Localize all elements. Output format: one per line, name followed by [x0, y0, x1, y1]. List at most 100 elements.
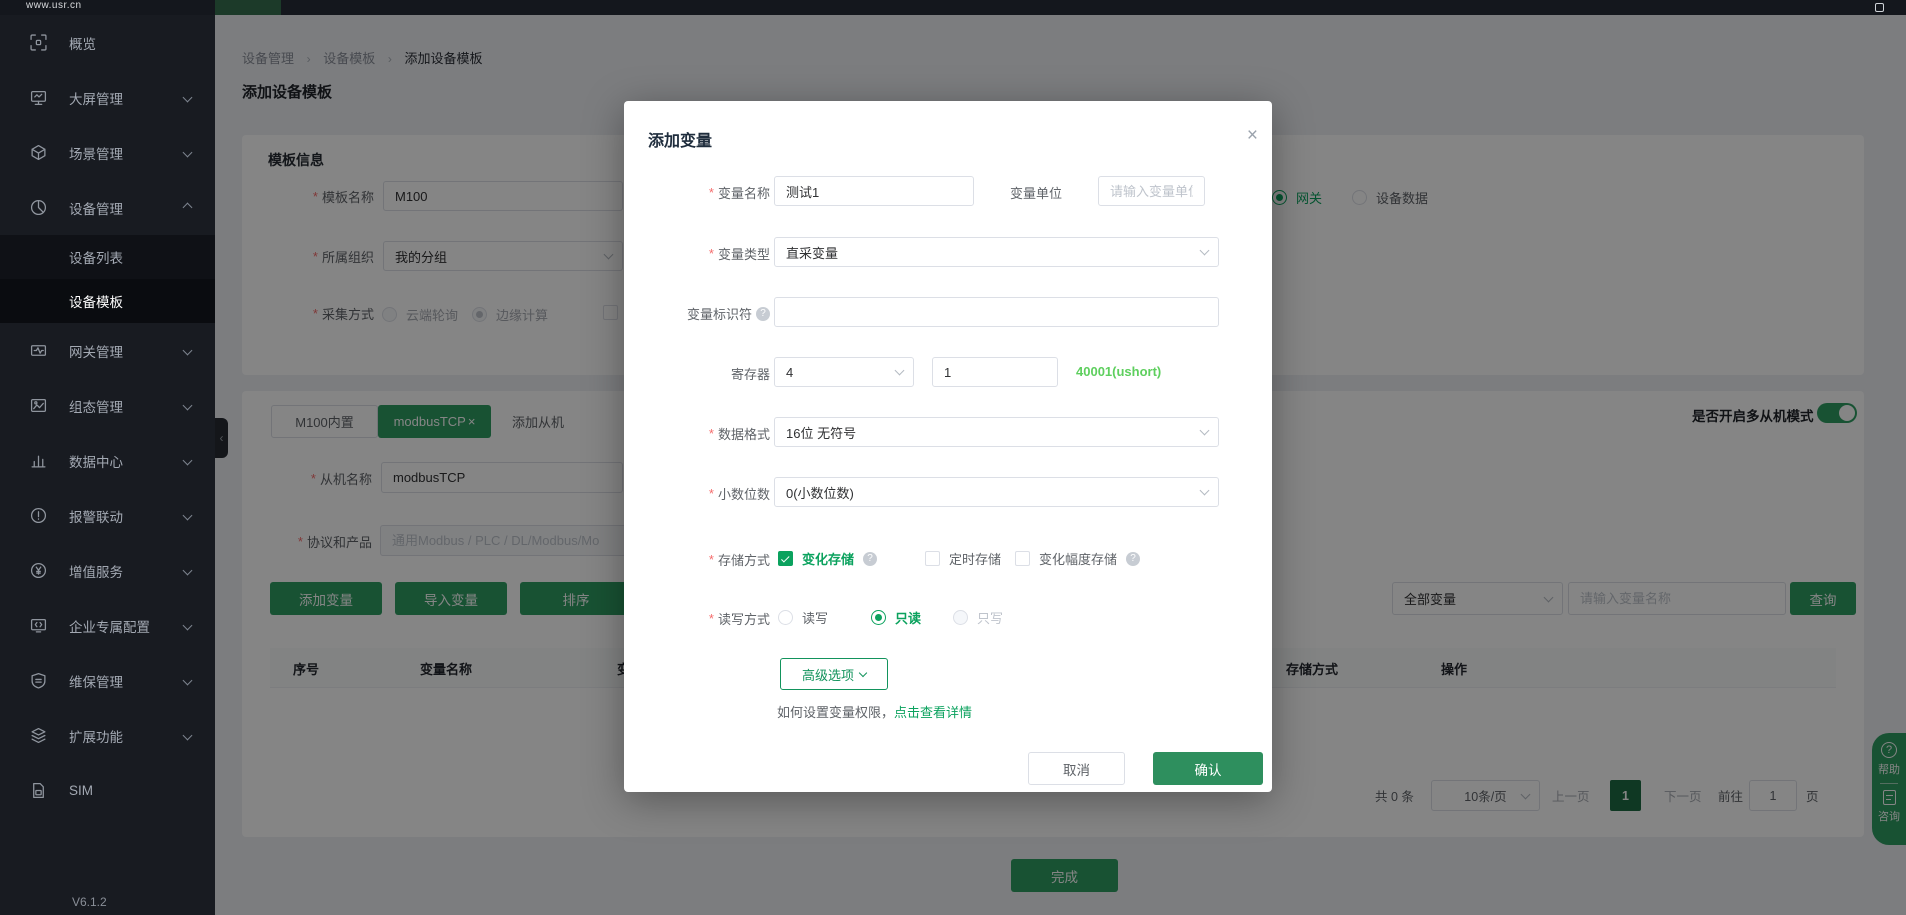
sim-card-icon	[30, 782, 47, 799]
sidebar-item-value-services[interactable]: 增值服务	[0, 543, 215, 598]
sidebar-item-label: 设备列表	[69, 251, 123, 266]
sidebar-item-screen-mgmt[interactable]: 大屏管理	[0, 70, 215, 125]
storage-option-timed[interactable]: 定时存储	[925, 549, 1001, 568]
storage-option-change-range[interactable]: 变化幅度存储 ?	[1015, 549, 1141, 568]
variable-type-label: * 变量类型	[708, 246, 770, 262]
sidebar-item-label: 组态管理	[69, 399, 123, 415]
register-type-select[interactable]: 4	[774, 357, 914, 387]
sidebar-item-enterprise-config[interactable]: 企业专属配置	[0, 598, 215, 653]
topbar-active-tab[interactable]	[215, 0, 281, 15]
checkbox-icon[interactable]	[925, 551, 940, 566]
variable-type-select[interactable]: 直采变量	[774, 237, 1219, 267]
sidebar-item-gateway-mgmt[interactable]: 网关管理	[0, 323, 215, 378]
sidebar-item-scene-mgmt[interactable]: 场景管理	[0, 125, 215, 180]
sidebar-item-extensions[interactable]: 扩展功能	[0, 708, 215, 763]
sidebar-item-label: 网关管理	[69, 344, 123, 360]
sidebar-item-label: 大屏管理	[69, 91, 123, 107]
code-screen-icon	[30, 617, 47, 634]
image-icon	[30, 397, 47, 414]
help-circle-icon[interactable]: ?	[756, 306, 770, 321]
sidebar-item-alarm-linkage[interactable]: 报警联动	[0, 488, 215, 543]
sidebar-item-label: 报警联动	[69, 509, 123, 525]
pie-icon	[30, 199, 47, 216]
rw-option-writeonly: 只写	[953, 608, 1003, 627]
chevron-down-icon	[182, 147, 193, 158]
sidebar-item-label: 增值服务	[69, 564, 123, 580]
sidebar-item-device-template[interactable]: 设备模板	[0, 279, 215, 323]
sidebar-item-label: 维保管理	[69, 674, 123, 690]
variable-unit-label: 变量单位	[1009, 186, 1062, 201]
sidebar-item-scada-mgmt[interactable]: 组态管理	[0, 378, 215, 433]
chevron-down-icon	[182, 565, 193, 576]
modal-title: 添加变量	[648, 133, 713, 150]
rw-option-readwrite[interactable]: 读写	[778, 608, 828, 627]
chevron-down-icon	[182, 400, 193, 411]
gateway-icon	[30, 342, 47, 359]
chevron-down-icon	[182, 620, 193, 631]
checkbox-checked-icon[interactable]	[778, 551, 793, 566]
help-circle-icon[interactable]: ?	[863, 551, 878, 566]
sidebar-item-label: SIM	[69, 783, 94, 798]
cube-icon	[30, 144, 47, 161]
identifier-input[interactable]	[774, 297, 1219, 327]
chevron-down-icon	[858, 668, 868, 677]
decimal-select[interactable]: 0(小数位数)	[774, 477, 1219, 507]
sidebar: 概览 大屏管理 场景管理 设备管理 设备列表 设备模板 网关管理 组态管理 数据…	[0, 15, 215, 915]
add-variable-modal: 添加变量 × * 变量名称 变量单位 * 变量类型 直采变量 变量标识符 ? 寄…	[624, 101, 1272, 792]
data-format-label: * 数据格式	[708, 426, 770, 442]
storage-option-on-change[interactable]: 变化存储 ?	[778, 549, 878, 568]
variable-name-label: * 变量名称	[708, 185, 770, 201]
layers-icon	[30, 727, 47, 744]
advanced-options-button[interactable]: 高级选项	[780, 658, 888, 690]
chevron-down-icon	[182, 455, 193, 466]
radio-icon[interactable]	[778, 610, 793, 625]
rw-mode-label: * 读写方式	[708, 611, 770, 627]
chevron-down-icon	[182, 345, 193, 356]
chevron-down-icon	[182, 510, 193, 521]
sidebar-item-label: 概览	[69, 36, 96, 52]
sidebar-item-label: 场景管理	[69, 146, 123, 162]
register-address-input[interactable]	[932, 357, 1058, 387]
sidebar-item-data-center[interactable]: 数据中心	[0, 433, 215, 488]
confirm-button[interactable]: 确认	[1153, 752, 1263, 785]
sidebar-item-device-mgmt[interactable]: 设备管理	[0, 180, 215, 235]
sidebar-item-sim[interactable]: SIM	[0, 763, 215, 818]
shield-icon	[30, 672, 47, 689]
sidebar-item-label: 扩展功能	[69, 729, 123, 745]
register-address-hint: 40001(ushort)	[1076, 364, 1162, 379]
radio-disabled-icon	[953, 610, 968, 625]
app-version: V6.1.2	[72, 895, 107, 909]
sidebar-item-label: 设备模板	[69, 295, 123, 310]
help-circle-icon[interactable]: ?	[1126, 551, 1141, 566]
sidebar-item-label: 设备管理	[69, 201, 123, 217]
alert-icon	[30, 507, 47, 524]
permission-hint: 如何设置变量权限，点击查看详情	[777, 705, 973, 720]
chevron-down-icon	[182, 730, 193, 741]
rw-option-readonly[interactable]: 只读	[871, 608, 921, 627]
site-logo: www.usr.cn	[26, 0, 82, 11]
sidebar-item-label: 数据中心	[69, 454, 123, 470]
storage-mode-label: * 存储方式	[708, 552, 770, 568]
chevron-down-icon	[1199, 425, 1210, 436]
sidebar-item-maintenance-mgmt[interactable]: 维保管理	[0, 653, 215, 708]
permission-detail-link[interactable]: 点击查看详情	[894, 705, 972, 720]
yuan-circle-icon	[30, 562, 47, 579]
data-format-select[interactable]: 16位 无符号	[774, 417, 1219, 447]
variable-unit-input[interactable]	[1098, 176, 1205, 206]
decimal-label: * 小数位数	[708, 486, 770, 502]
chevron-down-icon	[1199, 485, 1210, 496]
device-mgmt-submenu: 设备列表 设备模板	[0, 235, 215, 323]
identifier-label: 变量标识符 ?	[632, 304, 770, 323]
radio-selected-icon[interactable]	[871, 610, 886, 625]
variable-name-input[interactable]	[774, 176, 974, 206]
checkbox-icon[interactable]	[1015, 551, 1030, 566]
cancel-button[interactable]: 取消	[1028, 752, 1125, 785]
chevron-down-icon	[1199, 245, 1210, 256]
top-bar: www.usr.cn	[0, 0, 1906, 15]
topbar-app-icon[interactable]	[1875, 3, 1884, 12]
chevron-down-icon	[182, 675, 193, 686]
modal-close-icon[interactable]: ×	[1247, 126, 1258, 145]
sidebar-item-device-list[interactable]: 设备列表	[0, 235, 215, 279]
sidebar-item-overview[interactable]: 概览	[0, 15, 215, 70]
chevron-down-icon	[894, 365, 905, 376]
